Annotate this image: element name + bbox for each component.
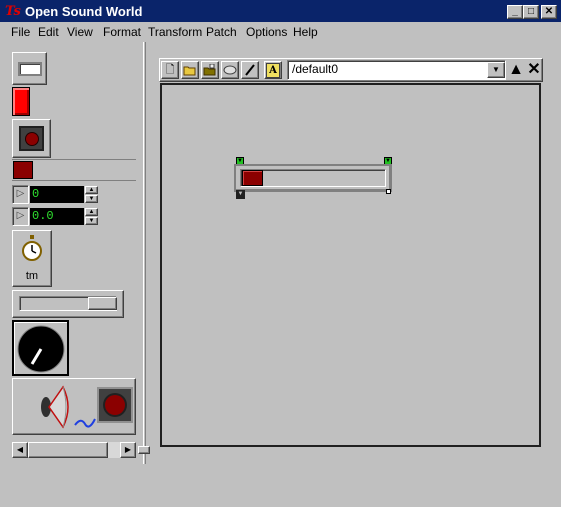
close-patch-button[interactable]: ✕ [527, 61, 541, 79]
dial-tool[interactable] [12, 320, 69, 376]
maximize-icon: □ [527, 6, 535, 17]
save-icon [203, 63, 216, 76]
menu-transform[interactable]: Transform [148, 24, 202, 41]
app-icon[interactable]: Ts [5, 4, 23, 19]
int-number-tool[interactable]: ▷ 0 ▲ ▼ [12, 185, 100, 204]
timer-label: tm [25, 270, 39, 282]
hslider-tool[interactable] [12, 159, 136, 181]
hslider-tool-knob [13, 161, 33, 179]
maximize-button[interactable]: □ [523, 5, 539, 19]
scroll-right-button[interactable]: ▶ [120, 442, 136, 458]
menu-patch[interactable]: Patch [206, 24, 237, 41]
patch-path-input[interactable]: /default0 [287, 60, 506, 80]
dropdown-arrow-icon: ▼ [492, 65, 500, 74]
menu-options[interactable]: Options [246, 24, 287, 41]
minimize-icon: _ [512, 6, 518, 17]
close-x-icon: ✕ [527, 61, 541, 78]
splitter-handle[interactable] [138, 446, 150, 454]
piggy-button[interactable] [221, 61, 239, 79]
led-tool[interactable] [12, 87, 30, 116]
close-icon: ✕ [544, 6, 554, 17]
menu-edit[interactable]: Edit [38, 24, 59, 41]
int-number-box[interactable]: 0 [30, 186, 84, 203]
up-button[interactable]: ▲ [507, 61, 525, 79]
message-box-tool[interactable] [12, 52, 47, 85]
audio-output-tool[interactable] [12, 378, 136, 435]
speaker-icon [41, 385, 69, 429]
open-folder-icon [183, 66, 196, 76]
dac-led-icon [105, 395, 125, 415]
long-slider-thumb[interactable] [88, 297, 117, 310]
dac-button[interactable] [97, 387, 133, 423]
palette-scrollbar[interactable]: ◀ ▶ [12, 442, 136, 458]
menu-help[interactable]: Help [293, 24, 318, 41]
slider-object[interactable]: ▼ ▼ ▼ [234, 157, 392, 199]
button-tool[interactable] [12, 119, 51, 158]
dial-icon [17, 325, 65, 373]
cable-icon [74, 418, 96, 428]
window-title: Open Sound World [25, 4, 143, 19]
minimize-button[interactable]: _ [507, 5, 523, 19]
float-spin-down[interactable]: ▼ [85, 217, 98, 225]
timer-icon [22, 235, 42, 261]
message-box-icon [18, 62, 42, 76]
menu-view[interactable]: View [67, 24, 93, 41]
pencil-button[interactable] [241, 61, 259, 79]
slider-object-body [234, 164, 392, 192]
float-inlet-arrow-icon: ▷ [12, 207, 29, 226]
int-inlet-arrow-icon: ▷ [12, 185, 29, 204]
text-tool-icon: A [266, 63, 280, 78]
piggy-icon [223, 65, 237, 75]
scroll-left-button[interactable]: ◀ [12, 442, 28, 458]
pencil-icon [245, 64, 255, 76]
new-file-icon: 🗋 [165, 64, 175, 76]
float-number-box[interactable]: 0.0 [30, 208, 84, 225]
splitter[interactable] [143, 42, 146, 464]
save-button[interactable] [201, 61, 219, 79]
path-dropdown-button[interactable]: ▼ [487, 62, 505, 78]
int-spin-down[interactable]: ▼ [85, 195, 98, 203]
outlet-icon[interactable]: ▼ [236, 190, 245, 199]
resize-handle[interactable] [386, 189, 391, 194]
timer-tool[interactable]: tm [12, 230, 52, 287]
close-button[interactable]: ✕ [541, 5, 557, 19]
menu-file[interactable]: File [11, 24, 30, 41]
float-number-tool[interactable]: ▷ 0.0 ▲ ▼ [12, 207, 100, 226]
long-slider-tool[interactable] [12, 290, 124, 318]
menu-format[interactable]: Format [103, 24, 141, 41]
up-arrow-icon: ▲ [508, 61, 524, 78]
int-spin-up[interactable]: ▲ [85, 186, 98, 194]
long-slider-track [19, 296, 117, 311]
float-spin-up[interactable]: ▲ [85, 208, 98, 216]
open-button[interactable] [181, 61, 199, 79]
scroll-thumb[interactable] [28, 442, 108, 458]
menu-bar: File Edit View Format Transform Patch Op… [0, 23, 561, 42]
button-led-icon [26, 133, 38, 145]
slider-object-track [240, 169, 386, 187]
new-button[interactable]: 🗋 [161, 61, 179, 79]
slider-object-knob[interactable] [242, 170, 263, 186]
patch-canvas[interactable]: ▼ ▼ ▼ [160, 83, 541, 447]
button-tool-face [19, 126, 44, 151]
text-button[interactable]: A [264, 61, 282, 79]
